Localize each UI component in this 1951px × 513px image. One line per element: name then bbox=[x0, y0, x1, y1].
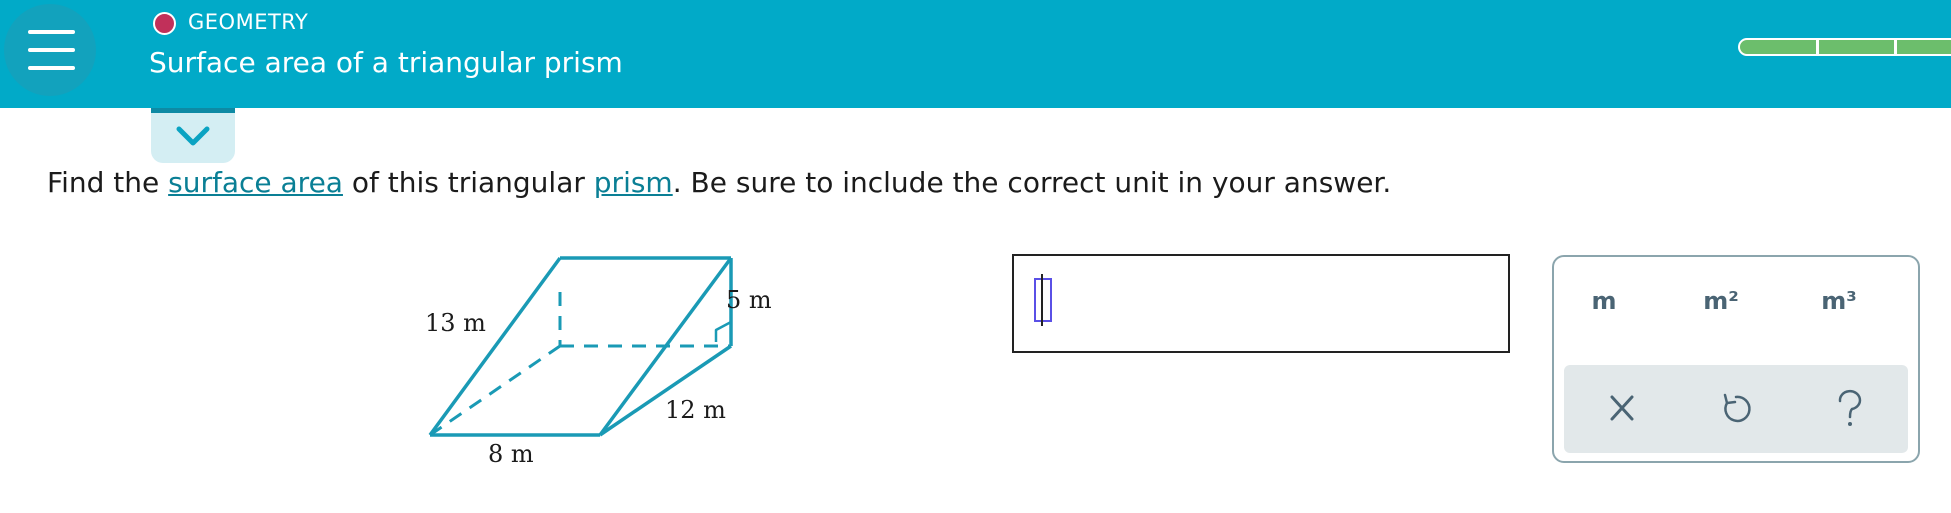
undo-icon bbox=[1723, 393, 1751, 423]
question-text-part: Find the bbox=[47, 166, 169, 199]
category-dot-icon bbox=[153, 12, 176, 35]
undo-button[interactable] bbox=[1706, 387, 1766, 431]
text-caret bbox=[1041, 274, 1043, 326]
clear-button[interactable] bbox=[1592, 387, 1652, 431]
question-text: Find the surface area of this triangular… bbox=[47, 166, 1391, 199]
question-text-part: of this triangular bbox=[342, 166, 594, 199]
help-button[interactable] bbox=[1820, 387, 1880, 431]
answer-input[interactable] bbox=[1012, 254, 1510, 353]
topic-category: GEOMETRY bbox=[188, 10, 309, 34]
label-left-edge: 13 m bbox=[425, 309, 486, 337]
progress-segment bbox=[1817, 38, 1896, 56]
progress-segment bbox=[1895, 38, 1951, 56]
help-icon bbox=[1838, 390, 1862, 426]
menu-button[interactable] bbox=[4, 4, 96, 96]
hamburger-menu-icon-line bbox=[28, 66, 75, 70]
unit-m-button[interactable]: m bbox=[1554, 287, 1654, 315]
question-text-part: . Be sure to include the correct unit in… bbox=[672, 166, 1392, 199]
top-bar: GEOMETRY Surface area of a triangular pr… bbox=[0, 0, 1951, 108]
action-row bbox=[1564, 365, 1908, 453]
label-height: 5 m bbox=[726, 286, 772, 314]
prism-link[interactable]: prism bbox=[594, 166, 673, 199]
page-title: Surface area of a triangular prism bbox=[149, 46, 623, 79]
unit-m2-button[interactable]: m² bbox=[1671, 287, 1771, 315]
label-base: 8 m bbox=[488, 440, 534, 468]
progress-segment bbox=[1738, 38, 1818, 56]
surface-area-link[interactable]: surface area bbox=[168, 166, 343, 199]
unit-keypad: m m² m³ bbox=[1552, 255, 1920, 463]
hamburger-menu-icon bbox=[28, 30, 75, 34]
clear-icon bbox=[1610, 395, 1634, 421]
input-placeholder-box bbox=[1034, 278, 1052, 322]
hamburger-menu-icon-line bbox=[28, 48, 75, 52]
chevron-down-icon bbox=[176, 126, 210, 146]
expand-toggle-button[interactable] bbox=[151, 108, 235, 163]
unit-m3-button[interactable]: m³ bbox=[1789, 287, 1889, 315]
label-length: 12 m bbox=[665, 396, 726, 424]
